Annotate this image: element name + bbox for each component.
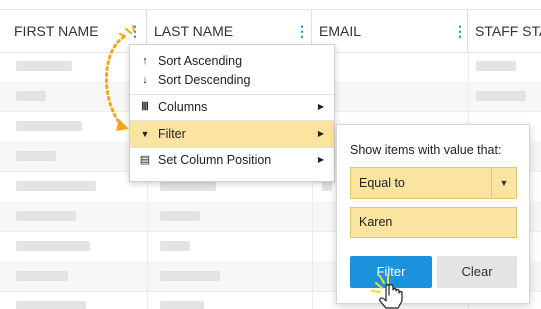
- column-header-email[interactable]: EMAIL: [312, 10, 468, 52]
- column-header-label: LAST NAME: [154, 23, 234, 39]
- cell-placeholder: [16, 241, 90, 251]
- column-header-label: FIRST NAME: [14, 23, 99, 39]
- filter-panel-title: Show items with value that:: [350, 143, 502, 157]
- cell-placeholder: [16, 121, 82, 131]
- menu-item-set-column-position[interactable]: ▤ Set Column Position ▶: [130, 148, 334, 172]
- column-header-staff-status[interactable]: STAFF STA: [468, 10, 541, 52]
- menu-item-label: Columns: [158, 100, 208, 114]
- column-header-label: STAFF STA: [475, 23, 541, 39]
- clear-button[interactable]: Clear: [437, 256, 517, 288]
- chevron-down-icon[interactable]: ▼: [491, 168, 516, 198]
- cell-placeholder: [160, 301, 204, 309]
- cell-placeholder: [16, 91, 46, 101]
- cell-placeholder: [16, 211, 76, 221]
- cell-placeholder: [476, 61, 516, 71]
- columns-icon: Ⅲ: [141, 101, 149, 113]
- menu-item-label: Set Column Position: [158, 153, 272, 167]
- cell-placeholder: [160, 241, 190, 251]
- column-position-icon: ▤: [139, 154, 151, 166]
- cell-placeholder: [16, 181, 96, 191]
- submenu-arrow-icon: ▶: [317, 155, 324, 164]
- cell-placeholder: [160, 271, 220, 281]
- cell-placeholder: [160, 211, 200, 221]
- menu-item-sort-descending[interactable]: ↓ Sort Descending: [130, 68, 334, 92]
- cell-placeholder: [16, 61, 72, 71]
- column-context-menu: ↑ Sort Ascending ↓ Sort Descending Ⅲ Col…: [129, 44, 335, 182]
- menu-item-filter[interactable]: ▼ Filter ▶: [130, 121, 334, 147]
- filter-operator-value: Equal to: [359, 176, 405, 190]
- column-header-label: EMAIL: [319, 23, 362, 39]
- filter-value-input[interactable]: Karen: [350, 207, 517, 238]
- cell-placeholder: [160, 181, 216, 191]
- cell-placeholder: [16, 271, 68, 281]
- menu-item-label: Filter: [158, 127, 186, 141]
- cell-placeholder: [16, 301, 86, 309]
- cell-placeholder: [16, 151, 56, 161]
- filter-operator-select[interactable]: Equal to ▼: [350, 167, 517, 199]
- filter-icon: ▼: [140, 129, 150, 139]
- cell-placeholder: [322, 181, 332, 191]
- menu-item-columns[interactable]: Ⅲ Columns ▶: [130, 95, 334, 119]
- arrow-down-icon: ↓: [142, 74, 148, 86]
- submenu-arrow-icon: ▶: [317, 129, 324, 138]
- column-menu-icon[interactable]: ⋮: [453, 10, 467, 52]
- filter-panel: Show items with value that: Equal to ▼ K…: [336, 124, 530, 304]
- submenu-arrow-icon: ▶: [317, 102, 324, 111]
- column-header-first-name[interactable]: FIRST NAME: [0, 10, 147, 52]
- filter-button[interactable]: Filter: [350, 256, 432, 288]
- menu-item-label: Sort Descending: [158, 73, 251, 87]
- cell-placeholder: [476, 91, 526, 101]
